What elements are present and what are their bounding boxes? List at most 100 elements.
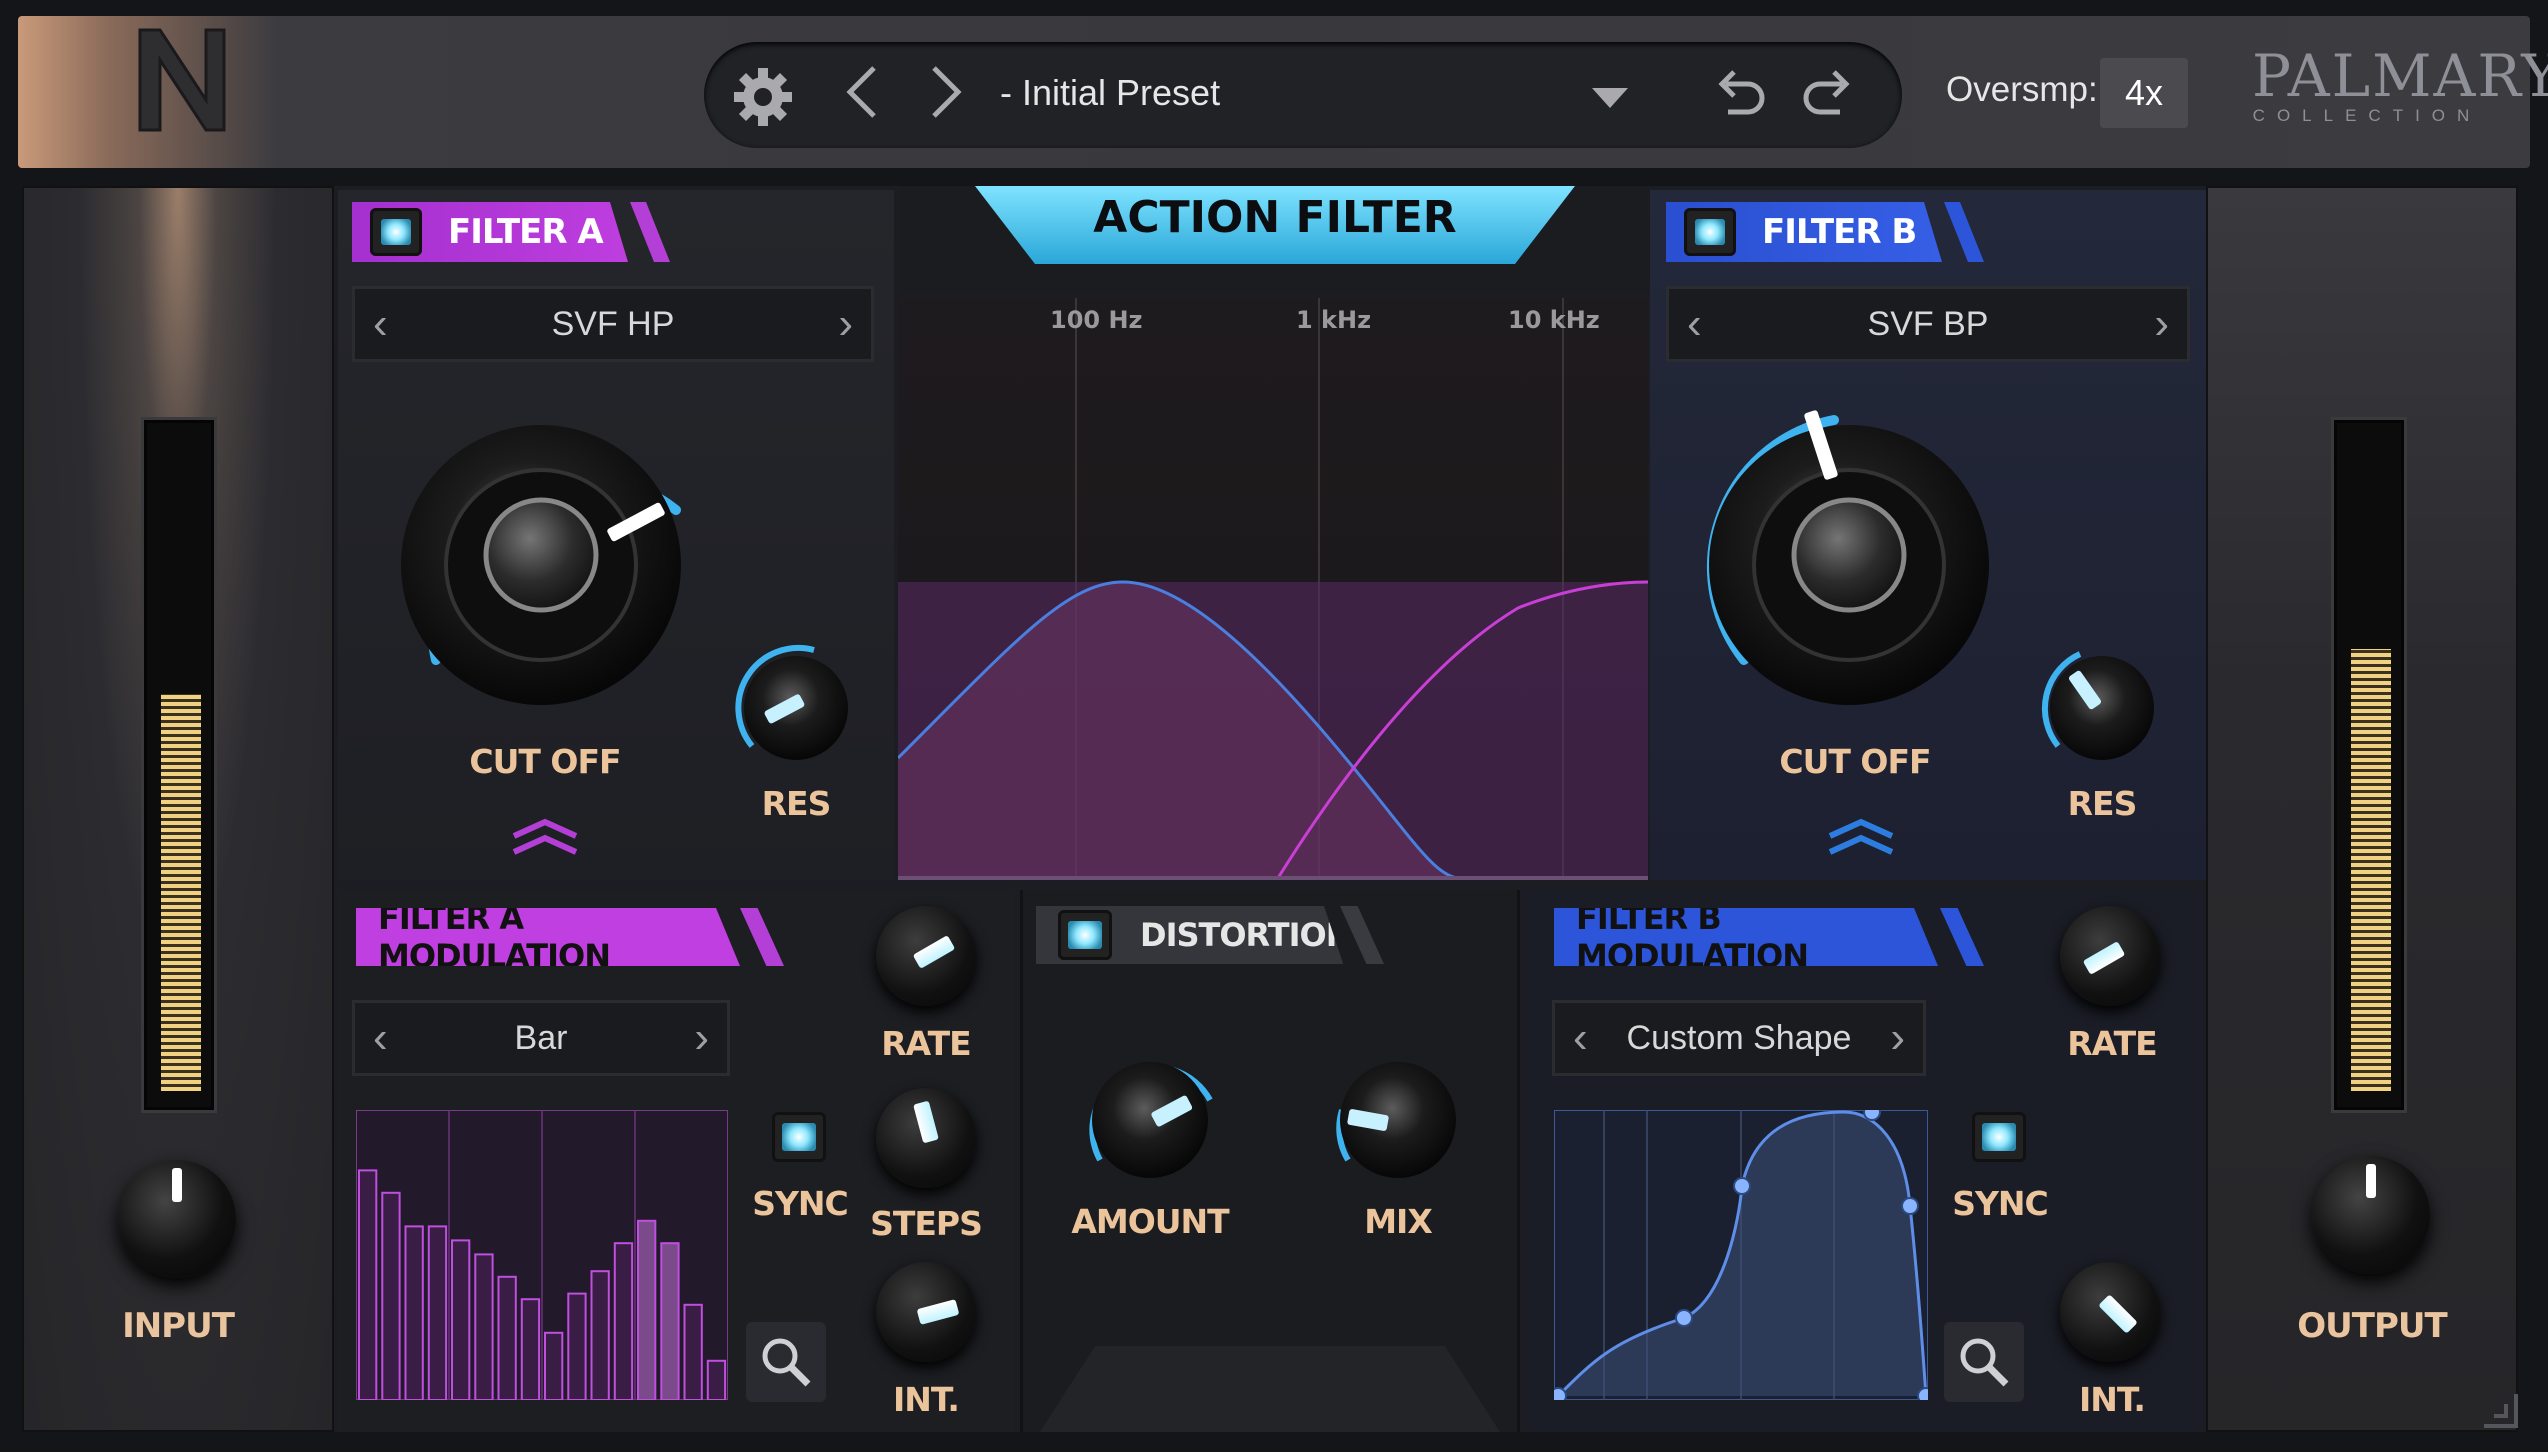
step-bar[interactable] bbox=[474, 1253, 494, 1400]
step-bar[interactable] bbox=[381, 1191, 401, 1400]
magnifier-icon bbox=[762, 1338, 811, 1387]
brand-sub: COLLECTION bbox=[2252, 106, 2482, 125]
output-meter bbox=[2334, 420, 2404, 1110]
input-meter-fill bbox=[161, 694, 201, 1091]
filter-b-int-knob[interactable] bbox=[2060, 1262, 2160, 1362]
brand-main: PALMARY bbox=[2252, 42, 2548, 110]
filter-b-shape: Custom Shape bbox=[1626, 1018, 1852, 1057]
oversample-label: Oversmp: bbox=[1946, 70, 2098, 109]
distortion-mix-knob[interactable] bbox=[1318, 1040, 1478, 1200]
preset-name[interactable]: - Initial Preset bbox=[1000, 72, 1220, 114]
step-bar[interactable] bbox=[683, 1303, 703, 1400]
filter-a-rate-label: RATE bbox=[881, 1024, 971, 1063]
filter-a-tag-label: FILTER A bbox=[448, 212, 604, 252]
step-bar[interactable] bbox=[567, 1292, 587, 1400]
filter-b-sync-toggle[interactable] bbox=[1972, 1112, 2026, 1162]
step-bar[interactable] bbox=[706, 1359, 727, 1400]
input-label: INPUT bbox=[122, 1306, 235, 1346]
redo-icon[interactable] bbox=[1800, 62, 1856, 118]
filter-b-type: SVF BP bbox=[1867, 304, 1989, 343]
filter-a-steps-label: STEPS bbox=[870, 1204, 983, 1243]
filter-b-shape-editor[interactable] bbox=[1554, 1110, 1928, 1400]
n-logo-icon bbox=[138, 28, 226, 132]
step-bar[interactable] bbox=[358, 1169, 378, 1400]
filter-a-tag: FILTER A bbox=[352, 202, 628, 262]
filter-a-type: SVF HP bbox=[551, 304, 675, 343]
step-bar[interactable] bbox=[637, 1219, 657, 1400]
filter-a-shape-selector[interactable]: ‹ Bar › bbox=[352, 1000, 730, 1076]
distortion-power-toggle[interactable] bbox=[1058, 910, 1112, 960]
filter-b-expand-icon[interactable] bbox=[1826, 818, 1896, 856]
filter-b-zoom-button[interactable] bbox=[1944, 1322, 2024, 1402]
undo-icon[interactable] bbox=[1712, 62, 1768, 118]
distortion-amount-knob[interactable] bbox=[1070, 1040, 1230, 1200]
oversample-select[interactable]: 4x bbox=[2100, 58, 2188, 128]
response-curves[interactable] bbox=[898, 298, 1648, 880]
filter-a-steps-knob[interactable] bbox=[876, 1088, 976, 1188]
filter-b-shape-next-icon[interactable]: › bbox=[1890, 1013, 1905, 1063]
distortion-tag: DISTORTION bbox=[1036, 906, 1352, 964]
filter-a-shape-next-icon[interactable]: › bbox=[694, 1013, 709, 1063]
step-bar[interactable] bbox=[613, 1242, 634, 1400]
filter-a-expand-icon[interactable] bbox=[510, 818, 580, 856]
filter-a-zoom-button[interactable] bbox=[746, 1322, 826, 1402]
filter-b-res-knob[interactable] bbox=[2030, 636, 2174, 780]
step-bar[interactable] bbox=[520, 1298, 541, 1400]
filter-a-int-knob[interactable] bbox=[876, 1262, 976, 1362]
filter-b-tag: FILTER B bbox=[1666, 202, 1942, 262]
step-bar[interactable] bbox=[404, 1225, 424, 1400]
filter-b-mod-tag: FILTER B MODULATION bbox=[1554, 908, 1938, 966]
filter-a-cutoff-label: CUT OFF bbox=[469, 742, 621, 781]
filter-a-shape: Bar bbox=[514, 1018, 568, 1057]
output-knob[interactable] bbox=[2312, 1156, 2430, 1274]
filter-a-next-icon[interactable]: › bbox=[838, 299, 853, 349]
step-bar[interactable] bbox=[451, 1239, 471, 1400]
step-bar[interactable] bbox=[427, 1225, 448, 1400]
step-bar[interactable] bbox=[544, 1331, 564, 1400]
next-preset-icon[interactable] bbox=[926, 64, 966, 120]
distortion-amount-label: AMOUNT bbox=[1071, 1202, 1229, 1241]
filter-a-res-label: RES bbox=[761, 784, 832, 823]
filter-b-shape-prev-icon[interactable]: ‹ bbox=[1573, 1013, 1588, 1063]
filter-b-cutoff-knob[interactable] bbox=[1674, 390, 2024, 740]
filter-a-int-label: INT. bbox=[893, 1380, 960, 1419]
input-knob[interactable] bbox=[118, 1160, 236, 1278]
step-bar[interactable] bbox=[660, 1242, 680, 1400]
filter-a-cutoff-knob[interactable] bbox=[366, 390, 716, 740]
chevron-down-icon[interactable] bbox=[1590, 86, 1630, 110]
filter-a-power-toggle[interactable] bbox=[370, 208, 422, 256]
filter-b-prev-icon[interactable]: ‹ bbox=[1687, 299, 1702, 349]
filter-a-shape-prev-icon[interactable]: ‹ bbox=[373, 1013, 388, 1063]
filter-a-step-sequencer[interactable] bbox=[356, 1110, 728, 1400]
distortion-mix-label: MIX bbox=[1364, 1202, 1433, 1241]
filter-b-power-toggle[interactable] bbox=[1684, 208, 1736, 256]
filter-a-prev-icon[interactable]: ‹ bbox=[373, 299, 388, 349]
step-bar[interactable] bbox=[590, 1270, 610, 1400]
filter-b-type-selector[interactable]: ‹ SVF BP › bbox=[1666, 286, 2190, 362]
filter-b-sync-label: SYNC bbox=[1952, 1184, 2049, 1223]
filter-b-tag-label: FILTER B bbox=[1762, 212, 1917, 252]
filter-b-int-label: INT. bbox=[2079, 1380, 2146, 1419]
filter-a-type-selector[interactable]: ‹ SVF HP › bbox=[352, 286, 874, 362]
filter-a-res-knob[interactable] bbox=[724, 636, 868, 780]
brand-logo: PALMARY COLLECTION bbox=[2252, 42, 2548, 126]
filter-b-next-icon[interactable]: › bbox=[2154, 299, 2169, 349]
filter-b-rate-knob[interactable] bbox=[2060, 906, 2160, 1006]
plugin-title: ACTION FILTER bbox=[975, 186, 1575, 264]
filter-a-sync-toggle[interactable] bbox=[772, 1112, 826, 1162]
filter-b-rate-label: RATE bbox=[2067, 1024, 2157, 1063]
step-bar[interactable] bbox=[497, 1275, 517, 1400]
filter-response-graph: 100 Hz 1 kHz 10 kHz bbox=[898, 298, 1648, 880]
gear-icon[interactable] bbox=[730, 64, 796, 130]
resize-handle-icon[interactable] bbox=[2480, 1390, 2520, 1430]
prev-preset-icon[interactable] bbox=[842, 64, 882, 120]
filter-b-res-label: RES bbox=[2067, 784, 2138, 823]
magnifier-icon bbox=[1960, 1338, 2009, 1387]
filter-b-shape-selector[interactable]: ‹ Custom Shape › bbox=[1552, 1000, 1926, 1076]
filter-a-rate-knob[interactable] bbox=[876, 906, 976, 1006]
filter-a-sync-label: SYNC bbox=[752, 1184, 849, 1223]
distortion-tag-label: DISTORTION bbox=[1140, 916, 1352, 954]
filter-b-cutoff-label: CUT OFF bbox=[1779, 742, 1931, 781]
distortion-base-plate bbox=[1040, 1346, 1500, 1432]
plugin-window: - Initial Preset Oversmp: 4x PALMARY COL… bbox=[0, 0, 2548, 1452]
